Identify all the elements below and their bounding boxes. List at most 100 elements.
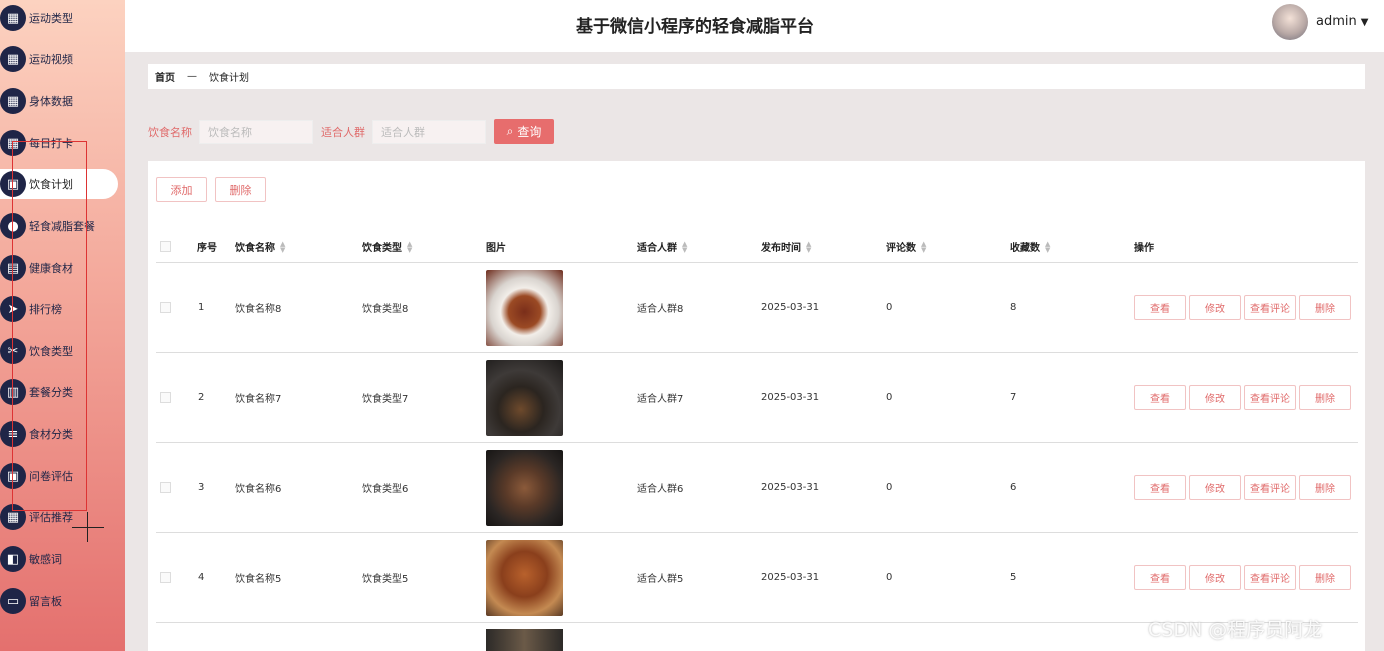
delete-row-button[interactable]: 删除: [1299, 385, 1351, 410]
row-checkbox[interactable]: [160, 533, 171, 622]
add-button[interactable]: 添加: [156, 177, 207, 202]
row-checkbox[interactable]: [160, 263, 171, 352]
sidebar-item-diet-plan[interactable]: ▣饮食计划: [0, 169, 118, 199]
cell-date: 2025-03-31: [761, 572, 820, 583]
sidebar-item-label: 排行榜: [29, 303, 62, 316]
edit-button[interactable]: 修改: [1189, 565, 1241, 590]
cell-type: 饮食类型8: [362, 304, 409, 315]
sidebar-item-sensitive-words[interactable]: ◧ 敏感词: [0, 544, 120, 574]
edit-button[interactable]: 修改: [1189, 475, 1241, 500]
cell-image[interactable]: [486, 263, 563, 352]
sidebar-item-ranking[interactable]: ➤ 排行榜: [0, 294, 120, 324]
avatar[interactable]: [1272, 4, 1308, 40]
delete-row-button[interactable]: 删除: [1299, 295, 1351, 320]
sidebar-item-checkin[interactable]: ▦每日打卡: [0, 128, 120, 158]
cell-image[interactable]: [486, 533, 563, 622]
col-name[interactable]: 饮食名称 ▲ ▼: [235, 231, 285, 262]
cell-comments: 0: [886, 302, 893, 313]
sidebar-item-package-category[interactable]: ▥套餐分类: [0, 377, 120, 407]
page-title: 基于微信小程序的轻食减脂平台: [576, 17, 814, 37]
search-bar: 饮食名称 饮食名称 适合人群 适合人群 ⌕ 查询: [148, 119, 554, 144]
sidebar-item-label: 运动视频: [29, 53, 73, 66]
row-actions: 查看 修改 查看评论 删除: [1134, 263, 1351, 352]
sliders-icon: ≡: [0, 421, 26, 447]
row-actions: 查看 修改 查看评论 删除: [1134, 533, 1351, 622]
view-comments-button[interactable]: 查看评论: [1244, 295, 1296, 320]
food-image: [486, 629, 563, 651]
table-header: 序号 饮食名称 ▲ ▼ 饮食类型 ▲ ▼ 图片 适合人群 ▲ ▼ 发布时间 ▲ ▼ 评论数 ▲ ▼ …: [156, 231, 1358, 263]
view-button[interactable]: 查看: [1134, 295, 1186, 320]
cell-date: 2025-03-31: [761, 392, 820, 403]
sidebar-item-food[interactable]: ▤健康食材: [0, 253, 120, 283]
cell-favorites: 5: [1010, 572, 1017, 583]
col-favorites-label: 收藏数: [1010, 243, 1040, 254]
ticket-icon: ✂: [0, 338, 26, 364]
row-checkbox[interactable]: [160, 353, 171, 442]
sidebar-item-sport-video[interactable]: ▦ 运动视频: [0, 44, 120, 74]
sidebar-item-label: 身体数据: [29, 95, 73, 108]
view-button[interactable]: 查看: [1134, 475, 1186, 500]
sort-icon: ▲ ▼: [806, 239, 812, 254]
col-date[interactable]: 发布时间 ▲ ▼: [761, 231, 811, 262]
cell-no: 3: [198, 482, 205, 493]
food-image: [486, 449, 563, 526]
breadcrumb: 首页 — 饮食计划: [148, 64, 1365, 89]
sort-icon: ▲ ▼: [682, 239, 688, 254]
view-comments-button[interactable]: 查看评论: [1244, 385, 1296, 410]
cell-name: 饮食名称8: [235, 304, 282, 315]
table-row: 3 饮食名称6 饮食类型6 适合人群6 2025-03-31 0 6 查看 修改…: [156, 443, 1358, 533]
cell-image[interactable]: [486, 443, 563, 532]
col-crowd[interactable]: 适合人群 ▲ ▼: [637, 231, 687, 262]
cell-date: 2025-03-31: [761, 482, 820, 493]
clipboard-icon: ▤: [0, 255, 26, 281]
query-button-label: 查询: [517, 125, 542, 139]
user-menu[interactable]: admin ▼: [1316, 14, 1368, 29]
sidebar-item-sport-type[interactable]: ▦ 运动类型: [0, 3, 120, 33]
board-icon: ▣: [0, 463, 26, 489]
delete-row-button[interactable]: 删除: [1299, 565, 1351, 590]
annotation-line: [12, 510, 87, 511]
sidebar-item-label: 健康食材: [29, 262, 73, 275]
sidebar-item-questionnaire[interactable]: ▣问卷评估: [0, 461, 120, 491]
cell-image[interactable]: [486, 353, 563, 442]
col-favorites[interactable]: 收藏数 ▲ ▼: [1010, 231, 1050, 262]
annotation-line: [12, 141, 13, 511]
cell-no: 4: [198, 572, 205, 583]
view-comments-button[interactable]: 查看评论: [1244, 475, 1296, 500]
col-type[interactable]: 饮食类型 ▲ ▼: [362, 231, 412, 262]
grid-icon: ▦: [0, 46, 26, 72]
wallet-icon: ◧: [0, 546, 26, 572]
annotation-line: [12, 141, 87, 142]
sidebar-item-diet-type[interactable]: ✂ 饮食类型: [0, 336, 120, 366]
view-comments-button[interactable]: 查看评论: [1244, 565, 1296, 590]
sidebar-item-label: 饮食计划: [29, 178, 73, 191]
cell-crowd: 适合人群7: [637, 394, 684, 405]
edit-button[interactable]: 修改: [1189, 385, 1241, 410]
food-image: [486, 539, 563, 616]
view-button[interactable]: 查看: [1134, 565, 1186, 590]
caret-down-icon: ▼: [1360, 17, 1369, 28]
col-comments[interactable]: 评论数 ▲ ▼: [886, 231, 926, 262]
sidebar-item-diet-package[interactable]: ● 轻食减脂套餐: [0, 211, 120, 241]
diet-name-input[interactable]: 饮食名称: [199, 119, 313, 144]
col-date-label: 发布时间: [761, 243, 801, 254]
edit-button[interactable]: 修改: [1189, 295, 1241, 320]
select-all-checkbox[interactable]: [160, 231, 171, 262]
sidebar-item-food-category[interactable]: ≡ 食材分类: [0, 419, 120, 449]
delete-button[interactable]: 删除: [215, 177, 266, 202]
breadcrumb-home[interactable]: 首页: [155, 69, 175, 84]
cell-type: 饮食类型6: [362, 484, 409, 495]
row-checkbox[interactable]: [160, 443, 171, 532]
crowd-label: 适合人群: [321, 125, 365, 139]
cell-favorites: 8: [1010, 302, 1017, 313]
crowd-input[interactable]: 适合人群: [372, 119, 486, 144]
col-crowd-label: 适合人群: [637, 243, 677, 254]
annotation-line: [86, 141, 87, 511]
sidebar-item-message-board[interactable]: ▭ 留言板: [0, 586, 120, 616]
sidebar-item-body-data[interactable]: ▦ 身体数据: [0, 86, 120, 116]
view-button[interactable]: 查看: [1134, 385, 1186, 410]
sidebar-item-label: 问卷评估: [29, 470, 73, 483]
delete-row-button[interactable]: 删除: [1299, 475, 1351, 500]
query-button[interactable]: ⌕ 查询: [494, 119, 554, 144]
sort-icon: ▲ ▼: [280, 239, 286, 254]
